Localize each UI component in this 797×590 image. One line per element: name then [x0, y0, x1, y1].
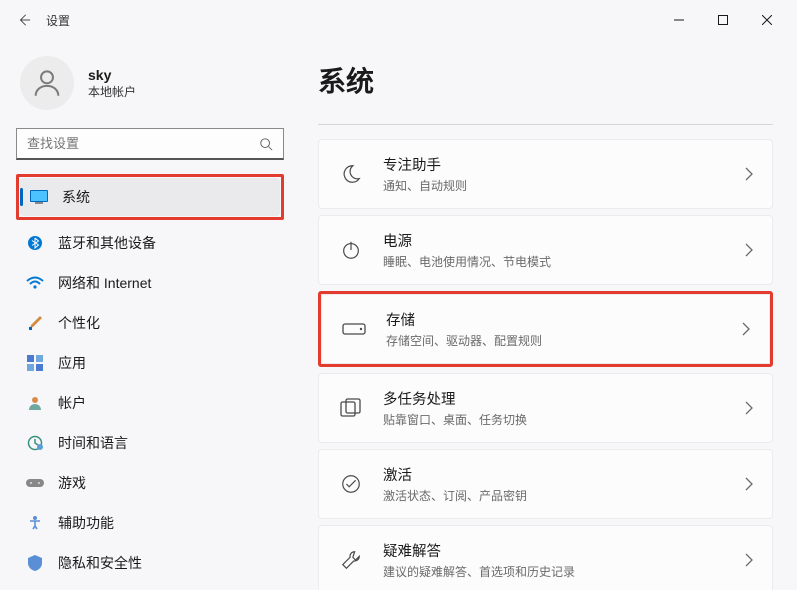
- page-title: 系统: [318, 60, 773, 100]
- sidebar-item-label: 隐私和安全性: [58, 553, 142, 573]
- sidebar-item-time[interactable]: 时间和语言: [16, 424, 284, 462]
- accessibility-icon: [26, 514, 44, 532]
- user-panel[interactable]: sky 本地帐户: [16, 48, 284, 128]
- sidebar-nav: 系统 蓝牙和其他设备 网络和 Internet 个性化: [16, 174, 284, 582]
- chevron-right-icon: [744, 167, 754, 181]
- apps-icon: [26, 354, 44, 372]
- sidebar-item-label: 蓝牙和其他设备: [58, 233, 156, 253]
- maximize-button[interactable]: [701, 4, 745, 36]
- divider: [318, 124, 773, 125]
- moon-icon: [337, 160, 365, 188]
- sidebar-item-label: 游戏: [58, 473, 86, 493]
- card-storage[interactable]: 存储 存储空间、驱动器、配置规则: [321, 294, 770, 364]
- settings-cards: 专注助手 通知、自动规则 电源 睡眠、电池使用情况、节电模式: [318, 139, 773, 590]
- account-icon: [26, 394, 44, 412]
- window-title: 设置: [46, 12, 70, 29]
- chevron-right-icon: [744, 243, 754, 257]
- card-subtitle: 通知、自动规则: [383, 177, 744, 194]
- titlebar: 设置: [0, 0, 797, 40]
- sidebar-item-label: 辅助功能: [58, 513, 114, 533]
- chevron-right-icon: [744, 553, 754, 567]
- storage-icon: [340, 315, 368, 343]
- sidebar-item-label: 应用: [58, 353, 86, 373]
- shield-icon: [26, 554, 44, 572]
- close-button[interactable]: [745, 4, 789, 36]
- card-title: 多任务处理: [383, 388, 744, 409]
- sidebar-item-system[interactable]: 系统: [20, 178, 280, 216]
- power-icon: [337, 236, 365, 264]
- user-name: sky: [88, 67, 136, 83]
- sidebar-item-network[interactable]: 网络和 Internet: [16, 264, 284, 302]
- card-title: 疑难解答: [383, 540, 744, 561]
- sidebar-item-gaming[interactable]: 游戏: [16, 464, 284, 502]
- sidebar-item-bluetooth[interactable]: 蓝牙和其他设备: [16, 224, 284, 262]
- brush-icon: [26, 314, 44, 332]
- check-circle-icon: [337, 470, 365, 498]
- card-title: 激活: [383, 464, 744, 485]
- gamepad-icon: [26, 474, 44, 492]
- card-title: 专注助手: [383, 154, 744, 175]
- sidebar-item-label: 网络和 Internet: [58, 273, 151, 293]
- sidebar-item-accounts[interactable]: 帐户: [16, 384, 284, 422]
- sidebar-item-label: 个性化: [58, 313, 100, 333]
- wifi-icon: [26, 274, 44, 292]
- card-activation[interactable]: 激活 激活状态、订阅、产品密钥: [318, 449, 773, 519]
- chevron-right-icon: [744, 401, 754, 415]
- card-power[interactable]: 电源 睡眠、电池使用情况、节电模式: [318, 215, 773, 285]
- minimize-icon: [674, 15, 684, 25]
- system-icon: [30, 188, 48, 206]
- multitask-icon: [337, 394, 365, 422]
- sidebar-item-personalize[interactable]: 个性化: [16, 304, 284, 342]
- chevron-right-icon: [744, 477, 754, 491]
- main-content: 系统 专注助手 通知、自动规则 电源 睡眠、电池使用情况、节电模式: [296, 40, 797, 590]
- card-subtitle: 激活状态、订阅、产品密钥: [383, 487, 744, 504]
- card-subtitle: 睡眠、电池使用情况、节电模式: [383, 253, 744, 270]
- card-subtitle: 贴靠窗口、桌面、任务切换: [383, 411, 744, 428]
- chevron-right-icon: [741, 322, 751, 336]
- card-subtitle: 存储空间、驱动器、配置规则: [386, 332, 741, 349]
- sidebar-item-accessibility[interactable]: 辅助功能: [16, 504, 284, 542]
- search-input[interactable]: [27, 136, 259, 151]
- back-button[interactable]: [8, 4, 40, 36]
- user-subtitle: 本地帐户: [88, 83, 136, 100]
- sidebar-item-label: 帐户: [58, 393, 86, 413]
- bluetooth-icon: [26, 234, 44, 252]
- person-icon: [30, 66, 64, 100]
- sidebar: sky 本地帐户 系统 蓝牙和其他设备: [0, 40, 296, 590]
- avatar: [20, 56, 74, 110]
- card-troubleshoot[interactable]: 疑难解答 建议的疑难解答、首选项和历史记录: [318, 525, 773, 590]
- maximize-icon: [718, 15, 728, 25]
- arrow-left-icon: [17, 13, 31, 27]
- card-title: 存储: [386, 309, 741, 330]
- card-multitask[interactable]: 多任务处理 贴靠窗口、桌面、任务切换: [318, 373, 773, 443]
- sidebar-item-apps[interactable]: 应用: [16, 344, 284, 382]
- card-title: 电源: [383, 230, 744, 251]
- clock-icon: [26, 434, 44, 452]
- search-icon: [259, 137, 273, 151]
- card-focus[interactable]: 专注助手 通知、自动规则: [318, 139, 773, 209]
- wrench-icon: [337, 546, 365, 574]
- sidebar-item-privacy[interactable]: 隐私和安全性: [16, 544, 284, 582]
- card-subtitle: 建议的疑难解答、首选项和历史记录: [383, 563, 744, 580]
- search-box[interactable]: [16, 128, 284, 160]
- minimize-button[interactable]: [657, 4, 701, 36]
- sidebar-item-label: 时间和语言: [58, 433, 128, 453]
- close-icon: [762, 15, 772, 25]
- sidebar-item-label: 系统: [62, 187, 90, 207]
